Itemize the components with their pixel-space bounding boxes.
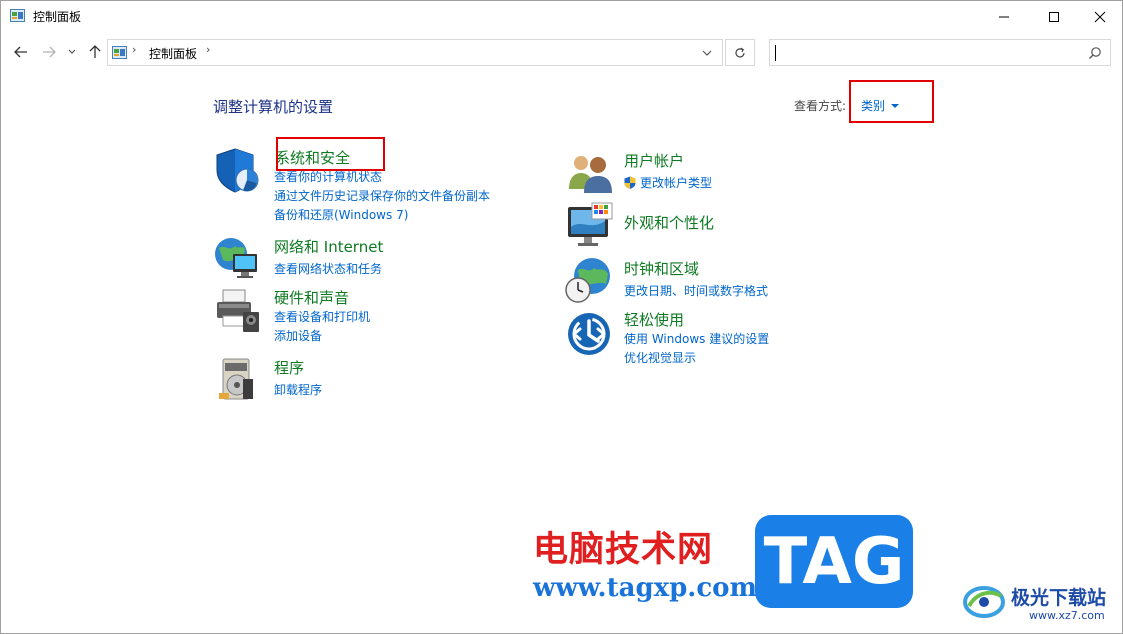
watermark-tag-logo: TAG [755, 515, 913, 608]
minimize-icon [999, 16, 1009, 17]
view-by-label: 查看方式: [794, 99, 847, 113]
close-icon [1094, 11, 1106, 22]
highlight-box-system-security [276, 137, 385, 171]
link-file-history-backup[interactable]: 通过文件历史记录保存你的文件备份副本 [274, 187, 490, 204]
chevron-down-icon [68, 49, 76, 54]
window-title: 控制面板 [33, 10, 82, 24]
breadcrumb-separator-icon[interactable]: › [206, 43, 210, 56]
link-recommended-settings[interactable]: 使用 Windows 建议的设置 [624, 330, 769, 347]
address-bar[interactable]: › 控制面板 › [107, 39, 723, 66]
link-optimize-visual-display[interactable]: 优化视觉显示 [624, 349, 696, 366]
forward-button[interactable] [39, 42, 59, 62]
shield-icon[interactable] [213, 146, 261, 194]
back-button[interactable] [11, 42, 31, 62]
breadcrumb-separator-icon[interactable]: › [132, 43, 136, 56]
control-panel-icon [112, 46, 127, 59]
title-bar: 控制面板 [1, 1, 1122, 32]
arrow-left-icon [14, 46, 27, 58]
link-devices-printers[interactable]: 查看设备和打印机 [274, 308, 370, 325]
accessibility-icon[interactable] [566, 309, 614, 357]
category-title-user-accounts[interactable]: 用户帐户 [624, 150, 684, 171]
watermark-download-site-url: www.xz7.com [1029, 609, 1105, 622]
uac-shield-icon [624, 176, 636, 189]
link-change-account-type-label[interactable]: 更改帐户类型 [640, 176, 712, 190]
printer-icon[interactable] [213, 286, 261, 334]
breadcrumb-control-panel[interactable]: 控制面板 [149, 45, 197, 62]
maximize-button[interactable] [1031, 1, 1077, 32]
category-title-clock-region[interactable]: 时钟和区域 [624, 258, 699, 279]
highlight-box-view [849, 80, 934, 123]
watermark-aurora-logo [963, 586, 1005, 618]
search-icon[interactable] [1088, 46, 1102, 60]
network-globe-icon[interactable] [213, 234, 261, 282]
watermark-download-site-name: 极光下载站 [1011, 587, 1107, 609]
watermark-site-name: 电脑技术网 [533, 530, 714, 570]
link-uninstall-program[interactable]: 卸载程序 [274, 381, 322, 398]
link-change-account-type[interactable]: 更改帐户类型 [624, 174, 712, 191]
link-change-date-time-format[interactable]: 更改日期、时间或数字格式 [624, 282, 768, 299]
refresh-icon [735, 47, 745, 57]
maximize-icon [1049, 11, 1059, 22]
users-icon[interactable] [566, 149, 614, 197]
watermark-site-url: www.tagxp.com [533, 573, 758, 603]
close-button[interactable] [1077, 1, 1123, 32]
minimize-button[interactable] [981, 1, 1027, 32]
clock-globe-icon[interactable] [564, 256, 612, 304]
arrow-up-icon [89, 45, 101, 58]
programs-disc-icon[interactable] [213, 355, 261, 403]
chevron-down-icon [702, 50, 712, 56]
category-title-network-internet[interactable]: 网络和 Internet [274, 236, 383, 257]
control-panel-icon [10, 9, 25, 22]
monitor-palette-icon[interactable] [566, 201, 614, 249]
category-title-hardware-sound[interactable]: 硬件和声音 [274, 287, 349, 308]
page-title: 调整计算机的设置 [213, 98, 334, 116]
link-network-status-tasks[interactable]: 查看网络状态和任务 [274, 260, 382, 277]
navigation-bar: › 控制面板 › [1, 34, 1122, 70]
address-dropdown-button[interactable] [697, 44, 717, 62]
search-input[interactable] [769, 39, 1111, 66]
refresh-button[interactable] [725, 39, 755, 66]
arrow-right-icon [43, 46, 56, 58]
link-backup-restore[interactable]: 备份和还原(Windows 7) [274, 206, 408, 223]
category-title-appearance-personalization[interactable]: 外观和个性化 [624, 212, 714, 233]
category-title-ease-of-access[interactable]: 轻松使用 [624, 309, 684, 330]
control-panel-window: 控制面板 › 控制面板 › 调整计算机的设置 查看方式: 类别 系统和安全 查看… [0, 0, 1123, 634]
recent-locations-button[interactable] [65, 42, 79, 62]
link-add-device[interactable]: 添加设备 [274, 327, 322, 344]
text-cursor [775, 45, 776, 61]
up-button[interactable] [85, 42, 105, 62]
category-title-programs[interactable]: 程序 [274, 357, 304, 378]
